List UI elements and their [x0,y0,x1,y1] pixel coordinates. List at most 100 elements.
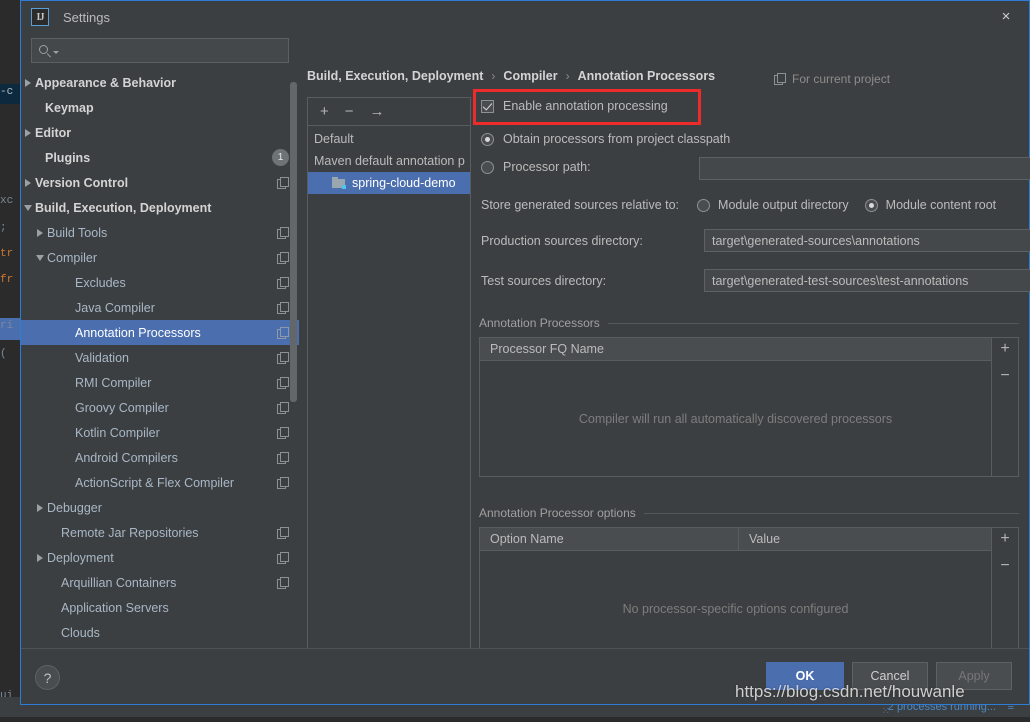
sidebar-item-label: Application Servers [61,601,289,615]
sidebar-item-label: Appearance & Behavior [35,76,289,90]
add-option-button[interactable]: + [1000,530,1009,548]
sidebar-item-actionscript-flex-compiler[interactable]: ActionScript & Flex Compiler [21,470,299,495]
sidebar-scrollbar-thumb[interactable] [290,82,297,402]
copy-settings-icon [277,352,289,364]
sidebar-item-compiler[interactable]: Compiler [21,245,299,270]
bg-code-fragment: ri [0,320,13,332]
profile-list-item[interactable]: spring-cloud-demo [308,172,470,194]
profile-list-item-label: Default [314,132,354,146]
module-output-directory-radio[interactable] [697,199,710,212]
sidebar-item-label: RMI Compiler [75,376,277,390]
sidebar-item-excludes[interactable]: Excludes [21,270,299,295]
remove-profile-button[interactable]: − [345,104,354,119]
table-main: Option Name Value No processor-specific … [480,528,991,666]
module-output-directory-option[interactable]: Module output directory [697,198,849,212]
profile-list-item[interactable]: Maven default annotation p [308,150,470,172]
sidebar-item-build-tools[interactable]: Build Tools [21,220,299,245]
sidebar-item-android-compilers[interactable]: Android Compilers [21,445,299,470]
production-sources-input[interactable] [705,230,1030,251]
processor-path-radio[interactable] [481,161,494,174]
copy-settings-icon [277,552,289,564]
sidebar-item-label: Annotation Processors [75,326,277,340]
sidebar-item-annotation-processors[interactable]: Annotation Processors [21,320,299,345]
chevron-right-icon[interactable] [21,129,35,137]
sidebar-item-label: Compiler [47,251,277,265]
enable-annotation-processing-checkbox[interactable] [481,100,494,113]
sidebar-item-application-servers[interactable]: Application Servers [21,595,299,620]
breadcrumb-part-2[interactable]: Compiler [503,69,557,83]
module-content-root-option[interactable]: Module content root [865,198,997,212]
settings-sidebar: Appearance & Behavior KeymapEditorPlugins… [21,33,299,648]
sidebar-item-version-control[interactable]: Version Control [21,170,299,195]
sidebar-item-deployment[interactable]: Deployment [21,545,299,570]
search-input[interactable] [59,43,282,59]
chevron-down-icon [24,205,32,211]
cancel-button[interactable]: Cancel [852,662,928,690]
table-body[interactable]: Compiler will run all automatically disc… [480,361,991,476]
sidebar-item-label: Android Compilers [75,451,277,465]
sidebar-item-label: Build Tools [47,226,277,240]
production-sources-field[interactable] [704,229,1030,252]
add-profile-button[interactable]: + [320,104,329,119]
sidebar-item-debugger[interactable]: Debugger [21,495,299,520]
sidebar-item-remote-jar-repositories[interactable]: Remote Jar Repositories [21,520,299,545]
chevron-down-icon[interactable] [21,205,35,211]
chevron-down-icon[interactable] [33,255,47,261]
copy-settings-icon [277,177,289,189]
test-sources-input[interactable] [705,270,1030,291]
move-to-profile-button[interactable]: → [370,104,385,119]
add-processor-button[interactable]: + [1000,340,1009,358]
sidebar-item-kotlin-compiler[interactable]: Kotlin Compiler [21,420,299,445]
processor-path-field[interactable] [699,157,1030,180]
chevron-right-icon[interactable] [33,229,47,237]
sidebar-item-plugins[interactable]: Plugins1 [21,145,299,170]
sidebar-item-label: Arquillian Containers [61,576,277,590]
breadcrumb-separator-icon: › [566,69,570,83]
table-side-toolbar: + − [991,528,1018,666]
sidebar-item-appearance-behavior[interactable]: Appearance & Behavior [21,70,299,95]
sidebar-item-keymap[interactable]: Keymap [21,95,299,120]
sidebar-scrollbar-track[interactable] [291,70,298,648]
obtain-processors-row[interactable]: Obtain processors from project classpath [481,132,730,146]
ok-button[interactable]: OK [766,662,844,690]
chevron-right-icon[interactable] [33,554,47,562]
group-header: Annotation Processor options [479,505,1019,521]
obtain-processors-radio[interactable] [481,133,494,146]
bg-code-fragment: fr [0,274,13,286]
breadcrumb-part-3: Annotation Processors [578,69,716,83]
sidebar-item-build-execution-deployment[interactable]: Build, Execution, Deployment [21,195,299,220]
chevron-right-icon[interactable] [21,79,35,87]
sidebar-item-label: Deployment [47,551,277,565]
profile-list-item[interactable]: Default [308,128,470,150]
sidebar-item-editor[interactable]: Editor [21,120,299,145]
sidebar-item-validation[interactable]: Validation [21,345,299,370]
search-box[interactable] [31,38,289,63]
column-header-processor-fq-name[interactable]: Processor FQ Name [480,338,991,360]
module-content-root-radio[interactable] [865,199,878,212]
column-header-option-name[interactable]: Option Name [480,528,738,550]
remove-option-button[interactable]: − [1000,557,1009,575]
breadcrumb-part-1[interactable]: Build, Execution, Deployment [307,69,483,83]
enable-annotation-processing-row[interactable]: Enable annotation processing [481,99,668,113]
sidebar-item-clouds[interactable]: Clouds [21,620,299,645]
annotation-processor-settings: Enable annotation processing Obtain proc… [479,93,1019,634]
chevron-right-icon[interactable] [21,179,35,187]
apply-button[interactable]: Apply [936,662,1012,690]
sidebar-item-arquillian-containers[interactable]: Arquillian Containers [21,570,299,595]
help-button[interactable]: ? [35,665,60,690]
processor-path-label: Processor path: [503,160,591,174]
processor-path-row[interactable]: Processor path: [481,160,591,174]
sidebar-item-rmi-compiler[interactable]: RMI Compiler [21,370,299,395]
processor-path-input[interactable] [700,162,1030,176]
test-sources-field[interactable] [704,269,1030,292]
sidebar-item-java-compiler[interactable]: Java Compiler [21,295,299,320]
copy-settings-icon [277,577,289,589]
profile-list-item-label: spring-cloud-demo [352,176,456,190]
remove-processor-button[interactable]: − [1000,367,1009,385]
column-header-value[interactable]: Value [738,528,991,550]
sidebar-item-groovy-compiler[interactable]: Groovy Compiler [21,395,299,420]
copy-settings-icon [277,477,289,489]
close-icon[interactable]: × [983,1,1029,32]
bg-code-fragment: ( [0,348,7,360]
chevron-right-icon[interactable] [33,504,47,512]
